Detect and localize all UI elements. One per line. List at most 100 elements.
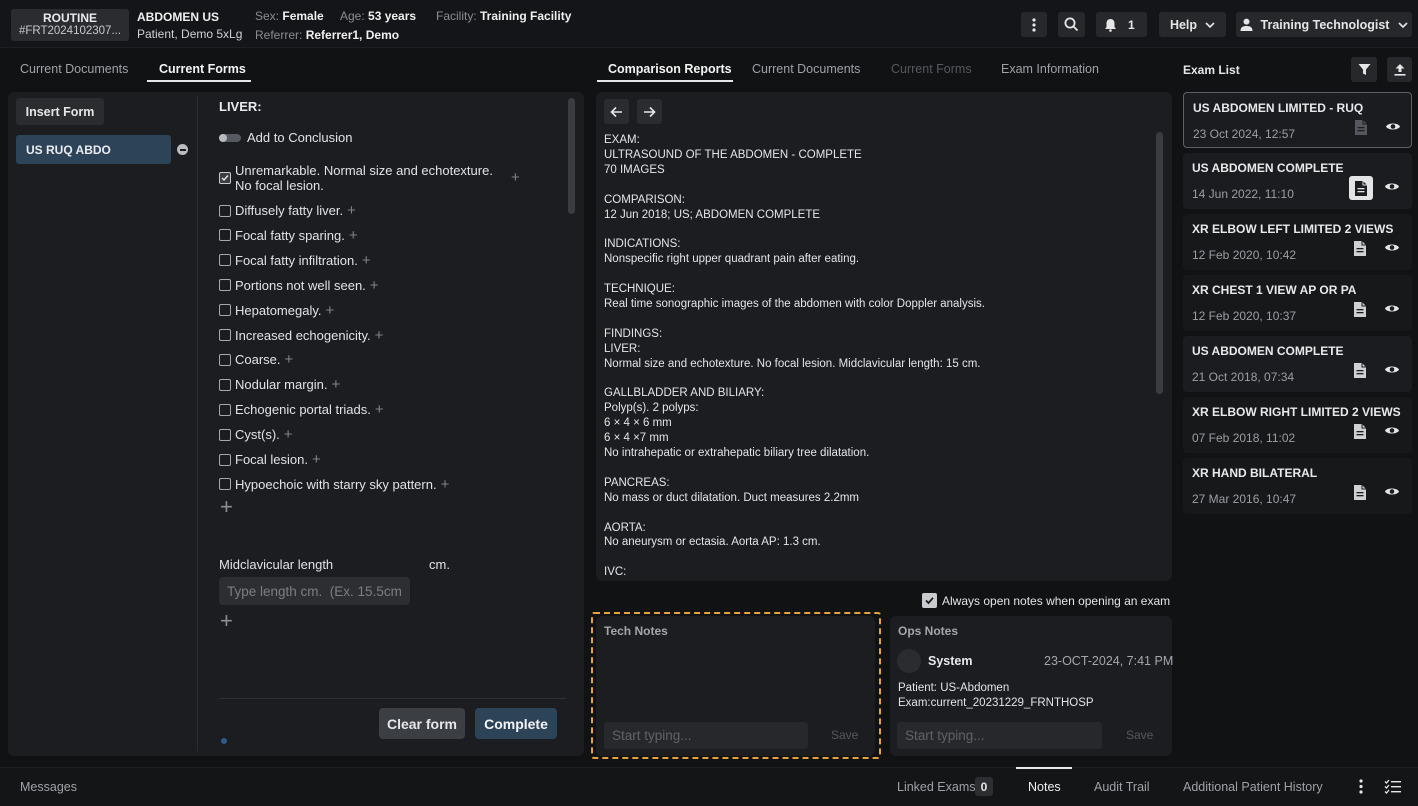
- exam-card[interactable]: US ABDOMEN COMPLETE 14 Jun 2022, 11:10: [1183, 153, 1412, 209]
- view-button[interactable]: [1384, 364, 1400, 375]
- document-button[interactable]: [1353, 362, 1367, 379]
- add-icon[interactable]: +: [312, 451, 321, 468]
- view-button[interactable]: [1384, 486, 1400, 497]
- notifications-button[interactable]: 1: [1096, 12, 1147, 37]
- add-icon[interactable]: +: [285, 351, 294, 368]
- checkbox[interactable]: [219, 304, 231, 317]
- filter-button[interactable]: [1351, 57, 1377, 82]
- document-button[interactable]: [1349, 176, 1373, 200]
- tech-notes-save-button[interactable]: Save: [831, 728, 858, 742]
- length-input[interactable]: [219, 577, 410, 605]
- audit-trail-tab[interactable]: Audit Trail: [1094, 780, 1150, 794]
- document-button[interactable]: [1353, 423, 1367, 440]
- add-icon[interactable]: +: [362, 252, 371, 269]
- exam-card[interactable]: XR HAND BILATERAL 27 Mar 2016, 10:47: [1183, 458, 1412, 514]
- checkbox[interactable]: [219, 428, 231, 441]
- exam-card[interactable]: XR ELBOW RIGHT LIMITED 2 VIEWS 07 Feb 201…: [1183, 397, 1412, 453]
- complete-button[interactable]: Complete: [475, 708, 557, 739]
- checkbox[interactable]: [219, 329, 231, 341]
- exam-card[interactable]: XR ELBOW LEFT LIMITED 2 VIEWS 12 Feb 2020…: [1183, 214, 1412, 270]
- add-icon[interactable]: +: [349, 227, 358, 244]
- document-button[interactable]: [1353, 484, 1367, 501]
- upload-button[interactable]: [1387, 57, 1412, 82]
- checklist-item[interactable]: Echogenic portal triads. +: [219, 401, 384, 418]
- checklist-item[interactable]: Portions not well seen. +: [219, 277, 379, 294]
- add-to-conclusion-toggle[interactable]: [219, 134, 241, 142]
- user-dropdown[interactable]: Training Technologist: [1236, 12, 1412, 37]
- checklist-item[interactable]: Focal lesion. +: [219, 451, 321, 468]
- exam-card[interactable]: US ABDOMEN COMPLETE 21 Oct 2018, 07:34: [1183, 336, 1412, 392]
- add-item-button[interactable]: +: [220, 496, 233, 518]
- tab-current-documents[interactable]: Current Documents: [752, 62, 860, 76]
- always-open-checkbox[interactable]: [922, 593, 937, 608]
- search-button[interactable]: [1058, 12, 1085, 37]
- tab-exam-information[interactable]: Exam Information: [1001, 62, 1099, 76]
- tab-left-current-documents[interactable]: Current Documents: [20, 62, 128, 76]
- additional-history-tab[interactable]: Additional Patient History: [1183, 780, 1323, 794]
- checklist-item[interactable]: Focal fatty infiltration. +: [219, 252, 371, 269]
- checkbox[interactable]: [219, 204, 231, 217]
- form-scrollbar[interactable]: [568, 98, 575, 214]
- view-button[interactable]: [1384, 303, 1400, 314]
- next-report-button[interactable]: [637, 99, 662, 124]
- tab-comparison-reports[interactable]: Comparison Reports: [608, 62, 732, 76]
- linked-exams-tab[interactable]: Linked Exams: [897, 780, 976, 794]
- add-icon[interactable]: +: [370, 277, 379, 294]
- help-dropdown[interactable]: Help: [1159, 12, 1226, 37]
- checklist-item[interactable]: Hepatomegaly. +: [219, 302, 334, 319]
- add-icon[interactable]: +: [325, 302, 334, 319]
- checkbox[interactable]: [219, 229, 231, 242]
- document-button[interactable]: [1353, 240, 1367, 257]
- tech-notes-input[interactable]: [604, 722, 808, 749]
- checklist-item[interactable]: Diffusely fatty liver. +: [219, 202, 356, 219]
- document-button[interactable]: [1354, 119, 1368, 136]
- checkbox[interactable]: [219, 353, 231, 366]
- view-button[interactable]: [1384, 242, 1400, 253]
- more-menu-button[interactable]: [1021, 12, 1047, 37]
- document-button[interactable]: [1353, 301, 1367, 318]
- checklist-item[interactable]: Hypoechoic with starry sky pattern. +: [219, 476, 449, 493]
- messages-tab[interactable]: Messages: [20, 780, 77, 794]
- checklist-item[interactable]: Nodular margin. +: [219, 376, 340, 393]
- tab-left-current-forms[interactable]: Current Forms: [159, 62, 246, 76]
- exam-date: 27 Mar 2016, 10:47: [1192, 492, 1297, 506]
- add-icon[interactable]: +: [347, 202, 356, 219]
- view-button[interactable]: [1384, 181, 1400, 192]
- report-scrollbar[interactable]: [1156, 132, 1163, 394]
- checkbox[interactable]: [219, 453, 231, 466]
- checkbox[interactable]: [219, 378, 231, 391]
- notes-tab[interactable]: Notes: [1028, 780, 1061, 794]
- add-icon[interactable]: +: [375, 327, 384, 344]
- checklist-item[interactable]: Coarse. +: [219, 351, 293, 368]
- add-measurement-button[interactable]: +: [220, 610, 233, 632]
- checkbox[interactable]: [219, 478, 231, 491]
- ops-notes-save-button[interactable]: Save: [1126, 728, 1153, 742]
- add-icon[interactable]: +: [284, 426, 293, 443]
- checklist-item[interactable]: Increased echogenicity. +: [219, 327, 383, 344]
- previous-report-button[interactable]: [604, 99, 629, 124]
- report-viewport: EXAM: ULTRASOUND OF THE ABDOMEN - COMPLE…: [604, 133, 1152, 575]
- add-icon[interactable]: +: [375, 401, 384, 418]
- exam-card[interactable]: XR CHEST 1 VIEW AP OR PA 12 Feb 2020, 10:…: [1183, 275, 1412, 331]
- checkbox-unremarkable[interactable]: [219, 172, 231, 184]
- bottom-more-button[interactable]: [1359, 779, 1363, 794]
- form-entry-us-ruq-abdo[interactable]: US RUQ ABDO: [16, 135, 171, 164]
- view-button[interactable]: [1384, 425, 1400, 436]
- report-text: EXAM: ULTRASOUND OF THE ABDOMEN - COMPLE…: [604, 134, 985, 575]
- clear-form-button[interactable]: Clear form: [379, 708, 465, 739]
- checklist-button[interactable]: [1384, 779, 1402, 794]
- checklist-item[interactable]: Focal fatty sparing. +: [219, 227, 358, 244]
- checklist-item[interactable]: Cyst(s). +: [219, 426, 293, 443]
- view-button[interactable]: [1385, 121, 1401, 132]
- checkbox[interactable]: [219, 254, 231, 267]
- checkbox[interactable]: [219, 403, 231, 416]
- add-icon[interactable]: +: [511, 169, 520, 186]
- tab-current-forms[interactable]: Current Forms: [891, 62, 972, 76]
- add-icon[interactable]: +: [332, 376, 341, 393]
- add-icon[interactable]: +: [441, 476, 450, 493]
- ops-notes-input[interactable]: [897, 722, 1102, 749]
- insert-form-button[interactable]: Insert Form: [16, 98, 104, 125]
- remove-form-button[interactable]: [177, 144, 188, 155]
- checkbox[interactable]: [219, 279, 231, 292]
- exam-card[interactable]: US ABDOMEN LIMITED - RUQ 23 Oct 2024, 12:…: [1183, 92, 1412, 148]
